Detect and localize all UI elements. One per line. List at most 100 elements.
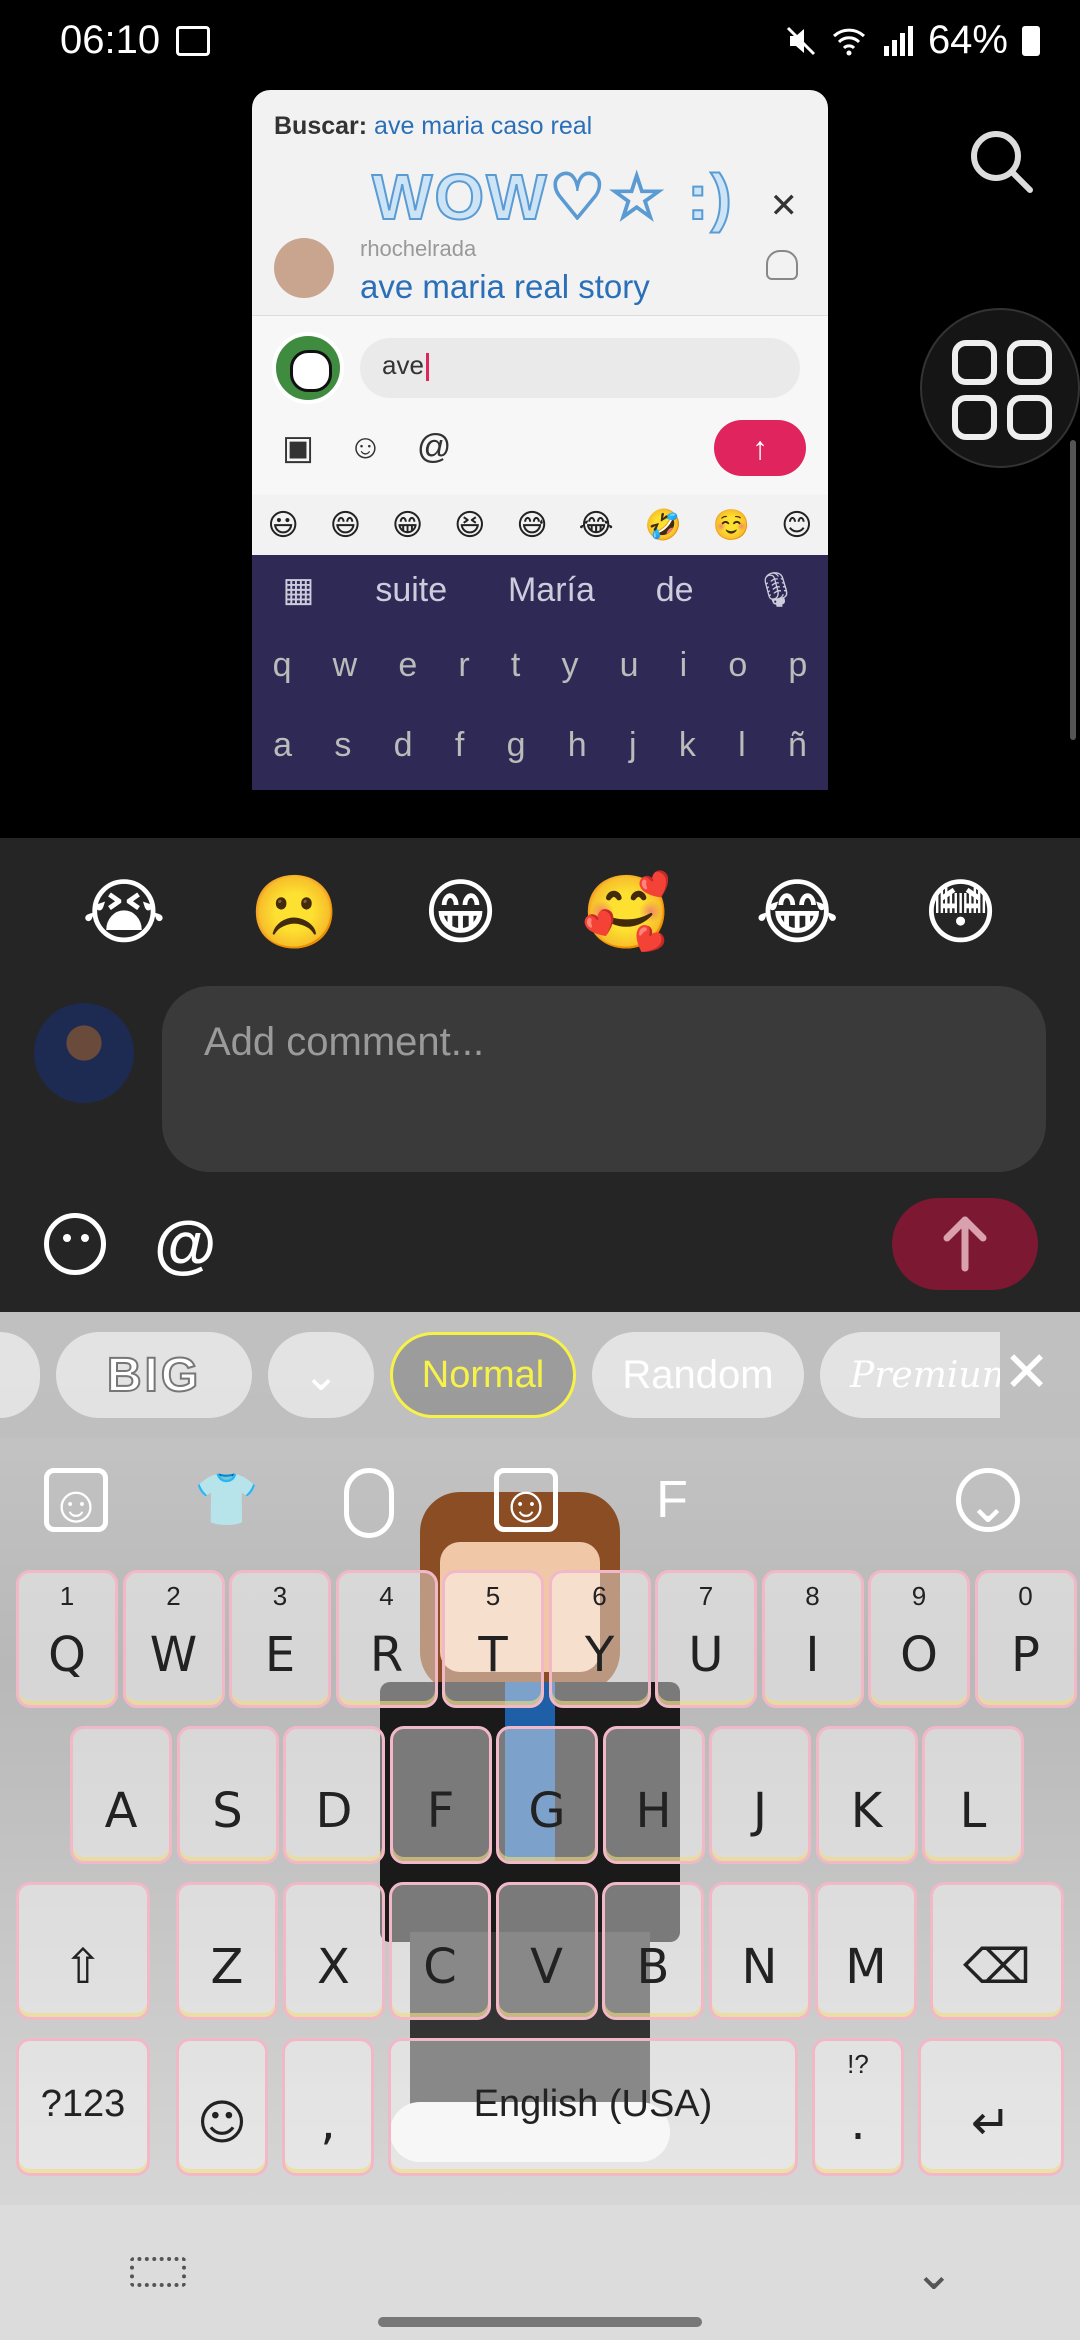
key-w[interactable]: 2W [122, 1570, 225, 1708]
key-l[interactable]: L [922, 1726, 1024, 1864]
battery-icon [1022, 25, 1040, 56]
key-label: W [149, 1627, 198, 1683]
grid-icon [952, 340, 1052, 440]
key-hint: 1 [59, 1581, 75, 1611]
wifi-icon [832, 28, 865, 55]
mute-icon [786, 26, 815, 55]
key-hint: 7 [698, 1581, 714, 1611]
video-screenshot-content: Buscar: ave maria caso real WOW♡☆ :) ✕ r… [252, 90, 828, 790]
sticker-icon[interactable] [44, 1213, 106, 1275]
quick-emoji-row: 😭 ☹️ 😁 🥰 😂 😳 [0, 868, 1080, 958]
keyboard: BIG ⌄ Normal Random Premium ✕ ☺ 👕 ☺ F ⌄ … [0, 1312, 1080, 2205]
key-label: U [688, 1627, 724, 1683]
inner-key: g [506, 725, 526, 764]
comment-tools: @ [44, 1212, 216, 1276]
keyboard-switch-icon[interactable] [130, 2257, 186, 2287]
gesture-handle[interactable] [378, 2317, 702, 2327]
mention-button[interactable]: @ [154, 1212, 216, 1276]
key-p[interactable]: 0P [974, 1570, 1077, 1708]
symbols-key[interactable]: ?123 [16, 2038, 150, 2176]
key-g[interactable]: G [496, 1726, 598, 1864]
key-a[interactable]: A [70, 1726, 172, 1864]
inner-emoji: 🤣 [644, 508, 682, 542]
key-label: . [850, 2095, 866, 2151]
key-e[interactable]: 3E [229, 1570, 331, 1708]
key-c[interactable]: C [389, 1882, 491, 2020]
key-d[interactable]: D [283, 1726, 385, 1864]
key-u[interactable]: 7U [655, 1570, 757, 1708]
key-hint: 8 [805, 1581, 820, 1611]
chevron-down-icon[interactable]: ⌄ [268, 1332, 374, 1418]
key-label: E [264, 1627, 296, 1683]
key-m[interactable]: M [815, 1882, 917, 2020]
period-key[interactable]: !?. [812, 2038, 904, 2176]
inner-reply-text: ave maria real story [360, 268, 650, 305]
key-label: X [317, 1939, 350, 1995]
key-label: ⌫ [963, 1939, 1031, 1995]
key-b[interactable]: B [602, 1882, 704, 2020]
key-s[interactable]: S [176, 1726, 279, 1864]
style-pill-partial[interactable] [0, 1332, 40, 1418]
space-key[interactable]: English (USA) [388, 2038, 798, 2176]
key-y[interactable]: 6Y [548, 1570, 651, 1708]
key-r[interactable]: 4R [335, 1570, 438, 1708]
key-v[interactable]: V [495, 1882, 598, 2020]
comment-input[interactable]: Add comment... [162, 986, 1046, 1172]
close-icon[interactable]: ✕ [1003, 1340, 1050, 1404]
mic-icon[interactable] [344, 1468, 394, 1538]
style-pill-big[interactable]: BIG [56, 1332, 252, 1418]
inner-key: h [567, 725, 587, 764]
key-label: J [752, 1783, 768, 1839]
emoji-key[interactable]: ☺ [176, 2038, 268, 2176]
inner-key: r [458, 645, 470, 684]
quick-emoji[interactable]: 😳 [923, 868, 998, 958]
key-f[interactable]: F [389, 1726, 492, 1864]
inner-key: t [510, 645, 521, 684]
key-h[interactable]: H [602, 1726, 705, 1864]
shirt-icon[interactable]: 👕 [194, 1468, 259, 1532]
style-pill-premium[interactable]: Premium [820, 1332, 1000, 1418]
style-pill-random[interactable]: Random [592, 1332, 804, 1418]
inner-search-query: ave maria caso real [374, 112, 593, 140]
key-label: Z [210, 1939, 244, 1995]
inner-suggestions: ▦ suite María de 🎙 [252, 555, 828, 625]
status-bar: 06:10 64% [0, 0, 1080, 84]
enter-key[interactable]: ↵ [918, 2038, 1064, 2176]
inner-image-icon: ▣ [282, 429, 315, 467]
search-icon[interactable] [960, 120, 1044, 204]
floating-apps-button[interactable] [920, 308, 1080, 468]
quick-emoji[interactable]: 😭 [82, 868, 166, 958]
hide-keyboard-icon[interactable]: ⌄ [914, 2245, 954, 2301]
inner-emoji: 😃 [267, 508, 299, 542]
backspace-key[interactable]: ⌫ [930, 1882, 1064, 2020]
font-style-bar: BIG ⌄ Normal Random Premium [0, 1312, 1080, 1438]
collapse-icon[interactable]: ⌄ [956, 1468, 1020, 1534]
style-pill-normal[interactable]: Normal [390, 1332, 576, 1418]
font-icon[interactable]: F [640, 1468, 704, 1532]
key-q[interactable]: 1Q [16, 1570, 118, 1708]
key-j[interactable]: J [709, 1726, 811, 1864]
navigation-bar: ⌄ [0, 2205, 1080, 2340]
quick-emoji[interactable]: 🥰 [582, 868, 672, 958]
key-label: L [959, 1783, 987, 1839]
quick-emoji[interactable]: ☹️ [250, 868, 340, 958]
emoji-sticker-icon[interactable]: ☺ [44, 1468, 108, 1534]
inner-emoji: 😂 [578, 508, 614, 542]
key-label: F [426, 1783, 455, 1839]
comma-key[interactable]: , [282, 2038, 374, 2176]
inner-suggestion: María [507, 570, 595, 609]
quick-emoji[interactable]: 😂 [755, 868, 839, 958]
send-button[interactable] [892, 1198, 1038, 1290]
key-x[interactable]: X [282, 1882, 385, 2020]
inner-key: o [728, 645, 748, 684]
quick-emoji[interactable]: 😁 [423, 868, 498, 958]
face-icon[interactable]: ☺ [494, 1468, 558, 1534]
shift-key[interactable]: ⇧ [16, 1882, 150, 2020]
key-k[interactable]: K [815, 1726, 918, 1864]
key-z[interactable]: Z [176, 1882, 278, 2020]
key-t[interactable]: 5T [442, 1570, 544, 1708]
screen-record-icon [176, 26, 210, 56]
key-i[interactable]: 8I [761, 1570, 864, 1708]
key-n[interactable]: N [708, 1882, 811, 2020]
key-o[interactable]: 9O [868, 1570, 970, 1708]
